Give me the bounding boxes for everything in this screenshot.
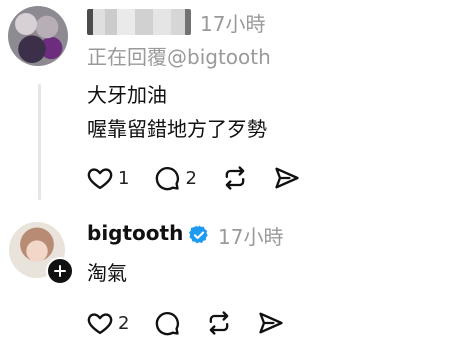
replying-to-label: 正在回覆@bigtooth [87, 45, 271, 69]
post-text: 淘氣 [87, 261, 127, 285]
post-timestamp: 17小時 [218, 225, 284, 249]
follow-button[interactable] [46, 257, 74, 285]
plus-icon [54, 265, 66, 277]
repost-icon [210, 311, 229, 335]
share-button[interactable] [273, 164, 301, 192]
like-button[interactable]: 2 [86, 309, 129, 337]
avatar[interactable] [8, 6, 68, 66]
like-button[interactable]: 1 [86, 164, 129, 192]
share-button[interactable] [257, 309, 285, 337]
thread-connector-line [38, 84, 41, 200]
heart-icon [87, 168, 113, 190]
heart-icon [87, 313, 113, 335]
send-icon [259, 312, 284, 334]
comment-count: 2 [185, 167, 197, 189]
post-actions: 2 [86, 308, 309, 338]
username[interactable]: bigtooth [87, 221, 183, 245]
post-text-line: 喔靠留錯地方了歹勢 [87, 117, 267, 141]
comment-icon [156, 312, 180, 336]
post-text-line: 大牙加油 [87, 83, 167, 107]
repost-button[interactable] [221, 164, 249, 192]
verified-badge-icon [189, 225, 208, 244]
post-actions: 1 2 [86, 163, 325, 193]
like-count: 2 [118, 312, 130, 334]
repost-icon [225, 166, 245, 190]
repost-button[interactable] [205, 309, 233, 337]
comment-icon [156, 167, 180, 191]
thread-view: 17小時 正在回覆@bigtooth 大牙加油 喔靠留錯地方了歹勢 1 2 bi… [0, 0, 453, 346]
post-timestamp: 17小時 [200, 12, 266, 36]
blurred-username[interactable] [87, 9, 191, 35]
send-icon [275, 167, 299, 189]
comment-button[interactable] [153, 309, 181, 337]
like-count: 1 [118, 167, 130, 189]
comment-button[interactable]: 2 [153, 164, 197, 192]
